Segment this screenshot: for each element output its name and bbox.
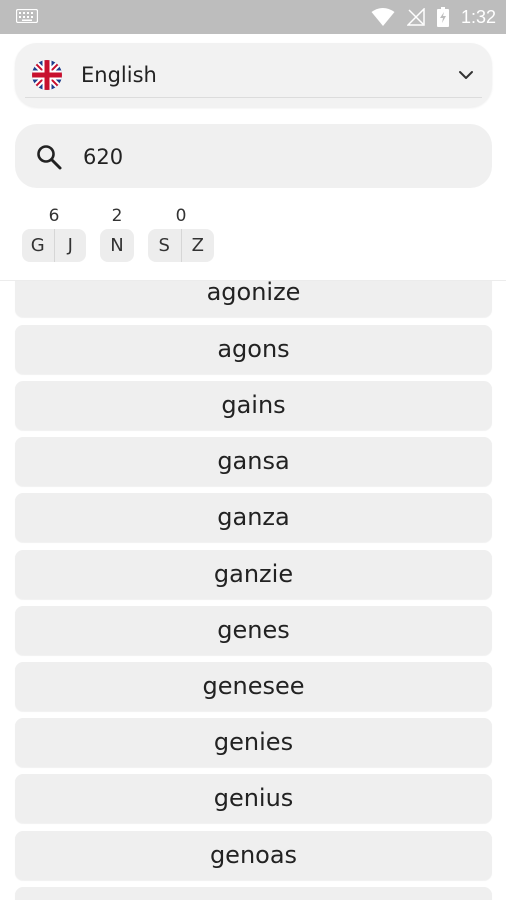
key-box[interactable]: G J	[22, 229, 86, 262]
word-item[interactable]: ganza	[15, 493, 492, 542]
search-icon	[37, 145, 62, 170]
language-selector[interactable]: English	[15, 43, 492, 107]
key-group-n[interactable]: 2 N	[100, 206, 134, 262]
status-bar: 1:32	[0, 0, 506, 34]
word-item[interactable]: genes	[15, 606, 492, 655]
key-letter: J	[67, 235, 73, 256]
key-count: 0	[175, 206, 187, 226]
keyboard-icon	[16, 9, 38, 23]
key-count: 6	[48, 206, 60, 226]
no-signal-icon	[406, 8, 425, 26]
word-item[interactable]: agonize	[15, 281, 492, 317]
word-item[interactable]: gansa	[15, 437, 492, 486]
key-letter: N	[110, 235, 124, 256]
word-item[interactable]: genies	[15, 718, 492, 767]
key-box[interactable]: S Z	[148, 229, 214, 262]
word-item[interactable]: gains	[15, 381, 492, 430]
language-divider	[25, 97, 482, 98]
word-item[interactable]: agons	[15, 325, 492, 374]
status-time: 1:32	[460, 6, 496, 27]
search-field[interactable]	[15, 124, 492, 188]
word-list[interactable]: agonize agons gains gansa ganza ganzie g…	[0, 281, 506, 900]
chevron-down-icon[interactable]	[456, 65, 476, 85]
word-item[interactable]	[15, 887, 492, 900]
key-letter: G	[30, 235, 45, 256]
word-item[interactable]: genesee	[15, 662, 492, 711]
word-item[interactable]: genoas	[15, 831, 492, 880]
key-count: 2	[111, 206, 123, 226]
key-box[interactable]: N	[100, 229, 134, 262]
language-label: English	[81, 63, 157, 87]
search-input[interactable]	[81, 136, 465, 178]
word-item[interactable]: ganzie	[15, 550, 492, 599]
uk-flag-icon	[32, 60, 62, 90]
key-group-gj[interactable]: 6 G J	[22, 206, 86, 262]
key-letter: S	[158, 235, 170, 256]
battery-charging-icon	[436, 7, 449, 27]
word-item[interactable]: genius	[15, 774, 492, 823]
key-letter: Z	[191, 235, 204, 256]
key-group-sz[interactable]: 0 S Z	[148, 206, 214, 262]
wifi-icon	[371, 8, 395, 26]
